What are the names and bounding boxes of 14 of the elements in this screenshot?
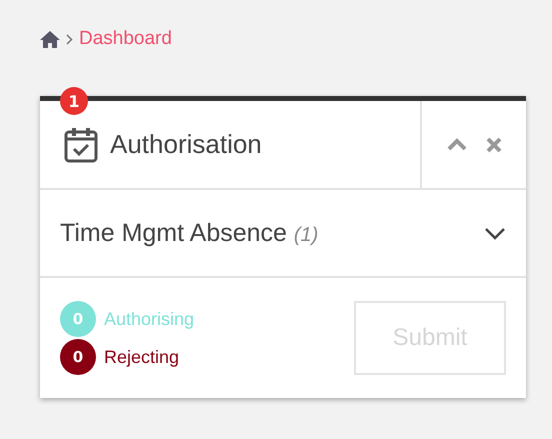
close-button[interactable] [486,136,502,152]
notification-badge: 1 [60,87,88,115]
counter-label: Authorising [104,308,194,330]
count-badge: 0 [60,301,96,337]
home-icon[interactable] [40,30,60,48]
count-badge: 0 [60,339,96,375]
chevron-right-icon [66,34,73,44]
counter-label: Rejecting [104,346,180,368]
widget-title: Authorisation [110,129,262,160]
collapse-button[interactable] [446,138,468,152]
section-header[interactable]: Time Mgmt Absence (1) [40,190,526,278]
section-title: Time Mgmt Absence (1) [60,218,318,248]
calendar-check-icon [64,126,98,162]
breadcrumb-current[interactable]: Dashboard [79,28,172,50]
